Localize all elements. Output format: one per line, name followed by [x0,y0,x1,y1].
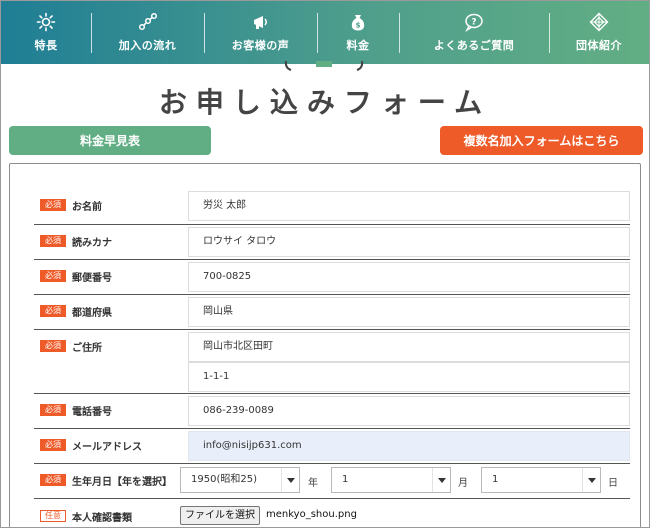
postal-label: 郵便番号 [72,273,112,284]
money-bag-icon: $ [351,15,365,31]
flow-icon [138,12,157,31]
birth-day-select[interactable]: 1 [481,467,601,493]
address-line2-input[interactable]: 1-1-1 [188,362,630,392]
nav-item-voices[interactable]: お客様の声 [204,1,317,64]
required-badge: 必須 [40,199,66,211]
birth-month-select[interactable]: 1 [331,467,451,493]
nav-label-features: 特長 [34,39,58,52]
birthdate-label: 生年月日【年を選択】 [72,477,172,488]
nav-item-about[interactable]: 団体紹介 [549,1,649,64]
question-bubble-icon: ? [465,13,483,32]
form-row-name: 必須 お名前 労災 太郎 [34,185,630,225]
birth-day-value: 1 [492,474,499,485]
phone-input[interactable]: 086-239-0089 [188,396,630,426]
required-badge: 必須 [40,474,66,486]
id-document-label: 本人確認書類 [72,513,132,524]
required-badge: 必須 [40,270,66,282]
page-frame: 特長 加入の流れ お客様の声 $ 料金 ? よくあるご質問 団体紹介 お申し込み… [0,0,650,528]
nav-label-faq: よくあるご質問 [433,39,515,52]
nav-item-flow[interactable]: 加入の流れ [91,1,204,64]
name-label: お名前 [72,202,102,213]
phone-label: 電話番号 [72,407,112,418]
required-badge: 必須 [40,340,66,352]
svg-text:$: $ [356,22,361,30]
chevron-down-icon [582,468,600,492]
form-row-prefecture: 必須 都道府県 岡山県 [34,295,630,330]
diamond-icon [589,12,609,32]
form-row-birthdate: 必須 生年月日【年を選択】 1950(昭和25) 年 1 月 1 日 [34,464,630,499]
fee-table-button[interactable]: 料金早見表 [9,126,211,155]
email-input[interactable]: info@nisijp631.com [188,431,630,461]
required-badge: 必須 [40,439,66,451]
nav-item-fees[interactable]: $ 料金 [317,1,399,64]
birth-year-value: 1950(昭和25) [191,474,257,485]
kana-input[interactable]: ロウサイ タロウ [188,227,630,257]
application-form: 必須 お名前 労災 太郎 必須 読みカナ ロウサイ タロウ 必須 郵便番号 70… [9,163,641,527]
nav-label-voices: お客様の声 [231,39,290,52]
file-select-button[interactable]: ファイルを選択 [180,506,260,525]
nav-label-about: 団体紹介 [576,39,622,52]
name-input[interactable]: 労災 太郎 [188,191,630,221]
chevron-down-icon [281,468,299,492]
svg-text:?: ? [471,18,476,28]
year-unit: 年 [308,478,318,489]
required-badge: 必須 [40,235,66,247]
megaphone-icon [253,16,267,29]
page-title: お申し込みフォーム [158,86,492,119]
birth-year-select[interactable]: 1950(昭和25) [180,467,300,493]
form-row-postal: 必須 郵便番号 700-0825 [34,260,630,295]
title-decoration [284,61,364,71]
day-unit: 日 [608,478,618,489]
form-row-phone: 必須 電話番号 086-239-0089 [34,394,630,429]
postal-code-input[interactable]: 700-0825 [188,262,630,292]
address-line1-input[interactable]: 岡山市北区田町 [188,332,630,362]
kana-label: 読みカナ [72,238,112,249]
form-row-email: 必須 メールアドレス info@nisijp631.com [34,429,630,464]
month-unit: 月 [458,478,468,489]
address-label: ご住所 [72,343,102,354]
optional-badge: 任意 [40,510,66,522]
prefecture-input[interactable]: 岡山県 [188,297,630,327]
nav-label-flow: 加入の流れ [118,39,177,52]
chevron-down-icon [432,468,450,492]
form-row-kana: 必須 読みカナ ロウサイ タロウ [34,225,630,260]
required-badge: 必須 [40,305,66,317]
global-nav: 特長 加入の流れ お客様の声 $ 料金 ? よくあるご質問 団体紹介 [1,1,649,64]
birth-month-value: 1 [342,474,349,485]
sun-icon [36,12,56,32]
prefecture-label: 都道府県 [72,308,112,319]
nav-item-faq[interactable]: ? よくあるご質問 [399,1,549,64]
selected-file-name: menkyo_shou.png [266,509,357,520]
required-badge: 必須 [40,404,66,416]
nav-item-features[interactable]: 特長 [1,1,91,64]
nav-label-fees: 料金 [346,39,370,52]
multi-application-button[interactable]: 複数名加入フォームはこちら [440,126,643,155]
form-row-id-document: 任意 本人確認書類 ファイルを選択 menkyo_shou.png [34,499,630,527]
email-label: メールアドレス [72,442,142,453]
form-row-address: 必須 ご住所 岡山市北区田町 1-1-1 [34,330,630,394]
